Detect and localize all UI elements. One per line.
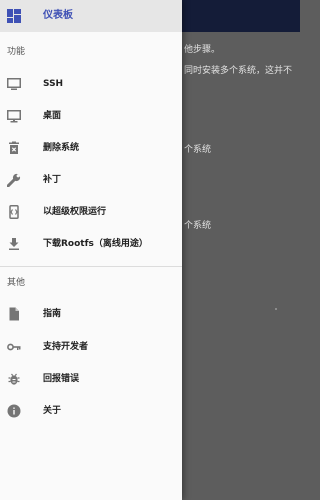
drawer-item-label: 回报错误: [43, 374, 80, 384]
drawer-item-patch[interactable]: 补丁: [0, 164, 182, 196]
wrench-icon: [7, 173, 21, 187]
key-icon: [7, 340, 21, 354]
info-icon: [7, 404, 21, 418]
drawer-item-dashboard[interactable]: 仪表板: [0, 0, 182, 32]
drawer-item-about[interactable]: 关于: [0, 395, 182, 427]
drawer-item-guide[interactable]: 指南: [0, 298, 182, 330]
drawer-item-delete-system[interactable]: 删除系统: [0, 132, 182, 164]
section-divider: [0, 266, 182, 267]
drawer-item-download-rootfs[interactable]: 下载Rootfs（离线用途）: [0, 228, 182, 260]
section-header-other: 其他: [7, 278, 26, 288]
drawer-item-label: 支持开发者: [43, 342, 89, 352]
drawer-item-run-as-root[interactable]: 以超级权限运行: [0, 196, 182, 228]
drawer-item-label: 关于: [43, 406, 62, 416]
drawer-item-label: 仪表板: [43, 10, 73, 21]
drawer-item-label: SSH: [43, 79, 64, 89]
drawer-item-label: 补丁: [43, 175, 62, 185]
drawer-item-desktop[interactable]: 桌面: [0, 100, 182, 132]
drawer-item-label: 以超级权限运行: [43, 207, 107, 217]
download-icon: [7, 237, 21, 251]
dashboard-icon: [7, 9, 21, 23]
drawer-item-label: 下载Rootfs（离线用途）: [43, 239, 148, 249]
drawer-item-ssh[interactable]: SSH: [0, 68, 182, 100]
drawer-item-label: 指南: [43, 309, 62, 319]
background-text: 他步骤。: [184, 45, 221, 55]
drawer-item-label: 桌面: [43, 111, 62, 121]
document-icon: [7, 307, 21, 321]
background-text: 个系统: [184, 221, 212, 231]
navigation-drawer: 仪表板 功能 SSH 桌面 删除系统 补丁 以超级权限运行 下载Rootfs（离…: [0, 0, 182, 500]
drawer-item-support-developer[interactable]: 支持开发者: [0, 331, 182, 363]
drawer-item-label: 删除系统: [43, 143, 80, 153]
desktop-icon: [7, 109, 21, 123]
bug-icon: [7, 372, 21, 386]
drawer-item-report-bug[interactable]: 回报错误: [0, 363, 182, 395]
trash-icon: [7, 141, 21, 155]
background-dot: [275, 308, 277, 310]
background-text: 个系统: [184, 145, 212, 155]
section-header-features: 功能: [7, 47, 26, 57]
monitor-icon: [7, 77, 21, 91]
background-text: 同时安装多个系统，这并不: [184, 66, 293, 76]
root-phone-icon: [7, 205, 21, 219]
